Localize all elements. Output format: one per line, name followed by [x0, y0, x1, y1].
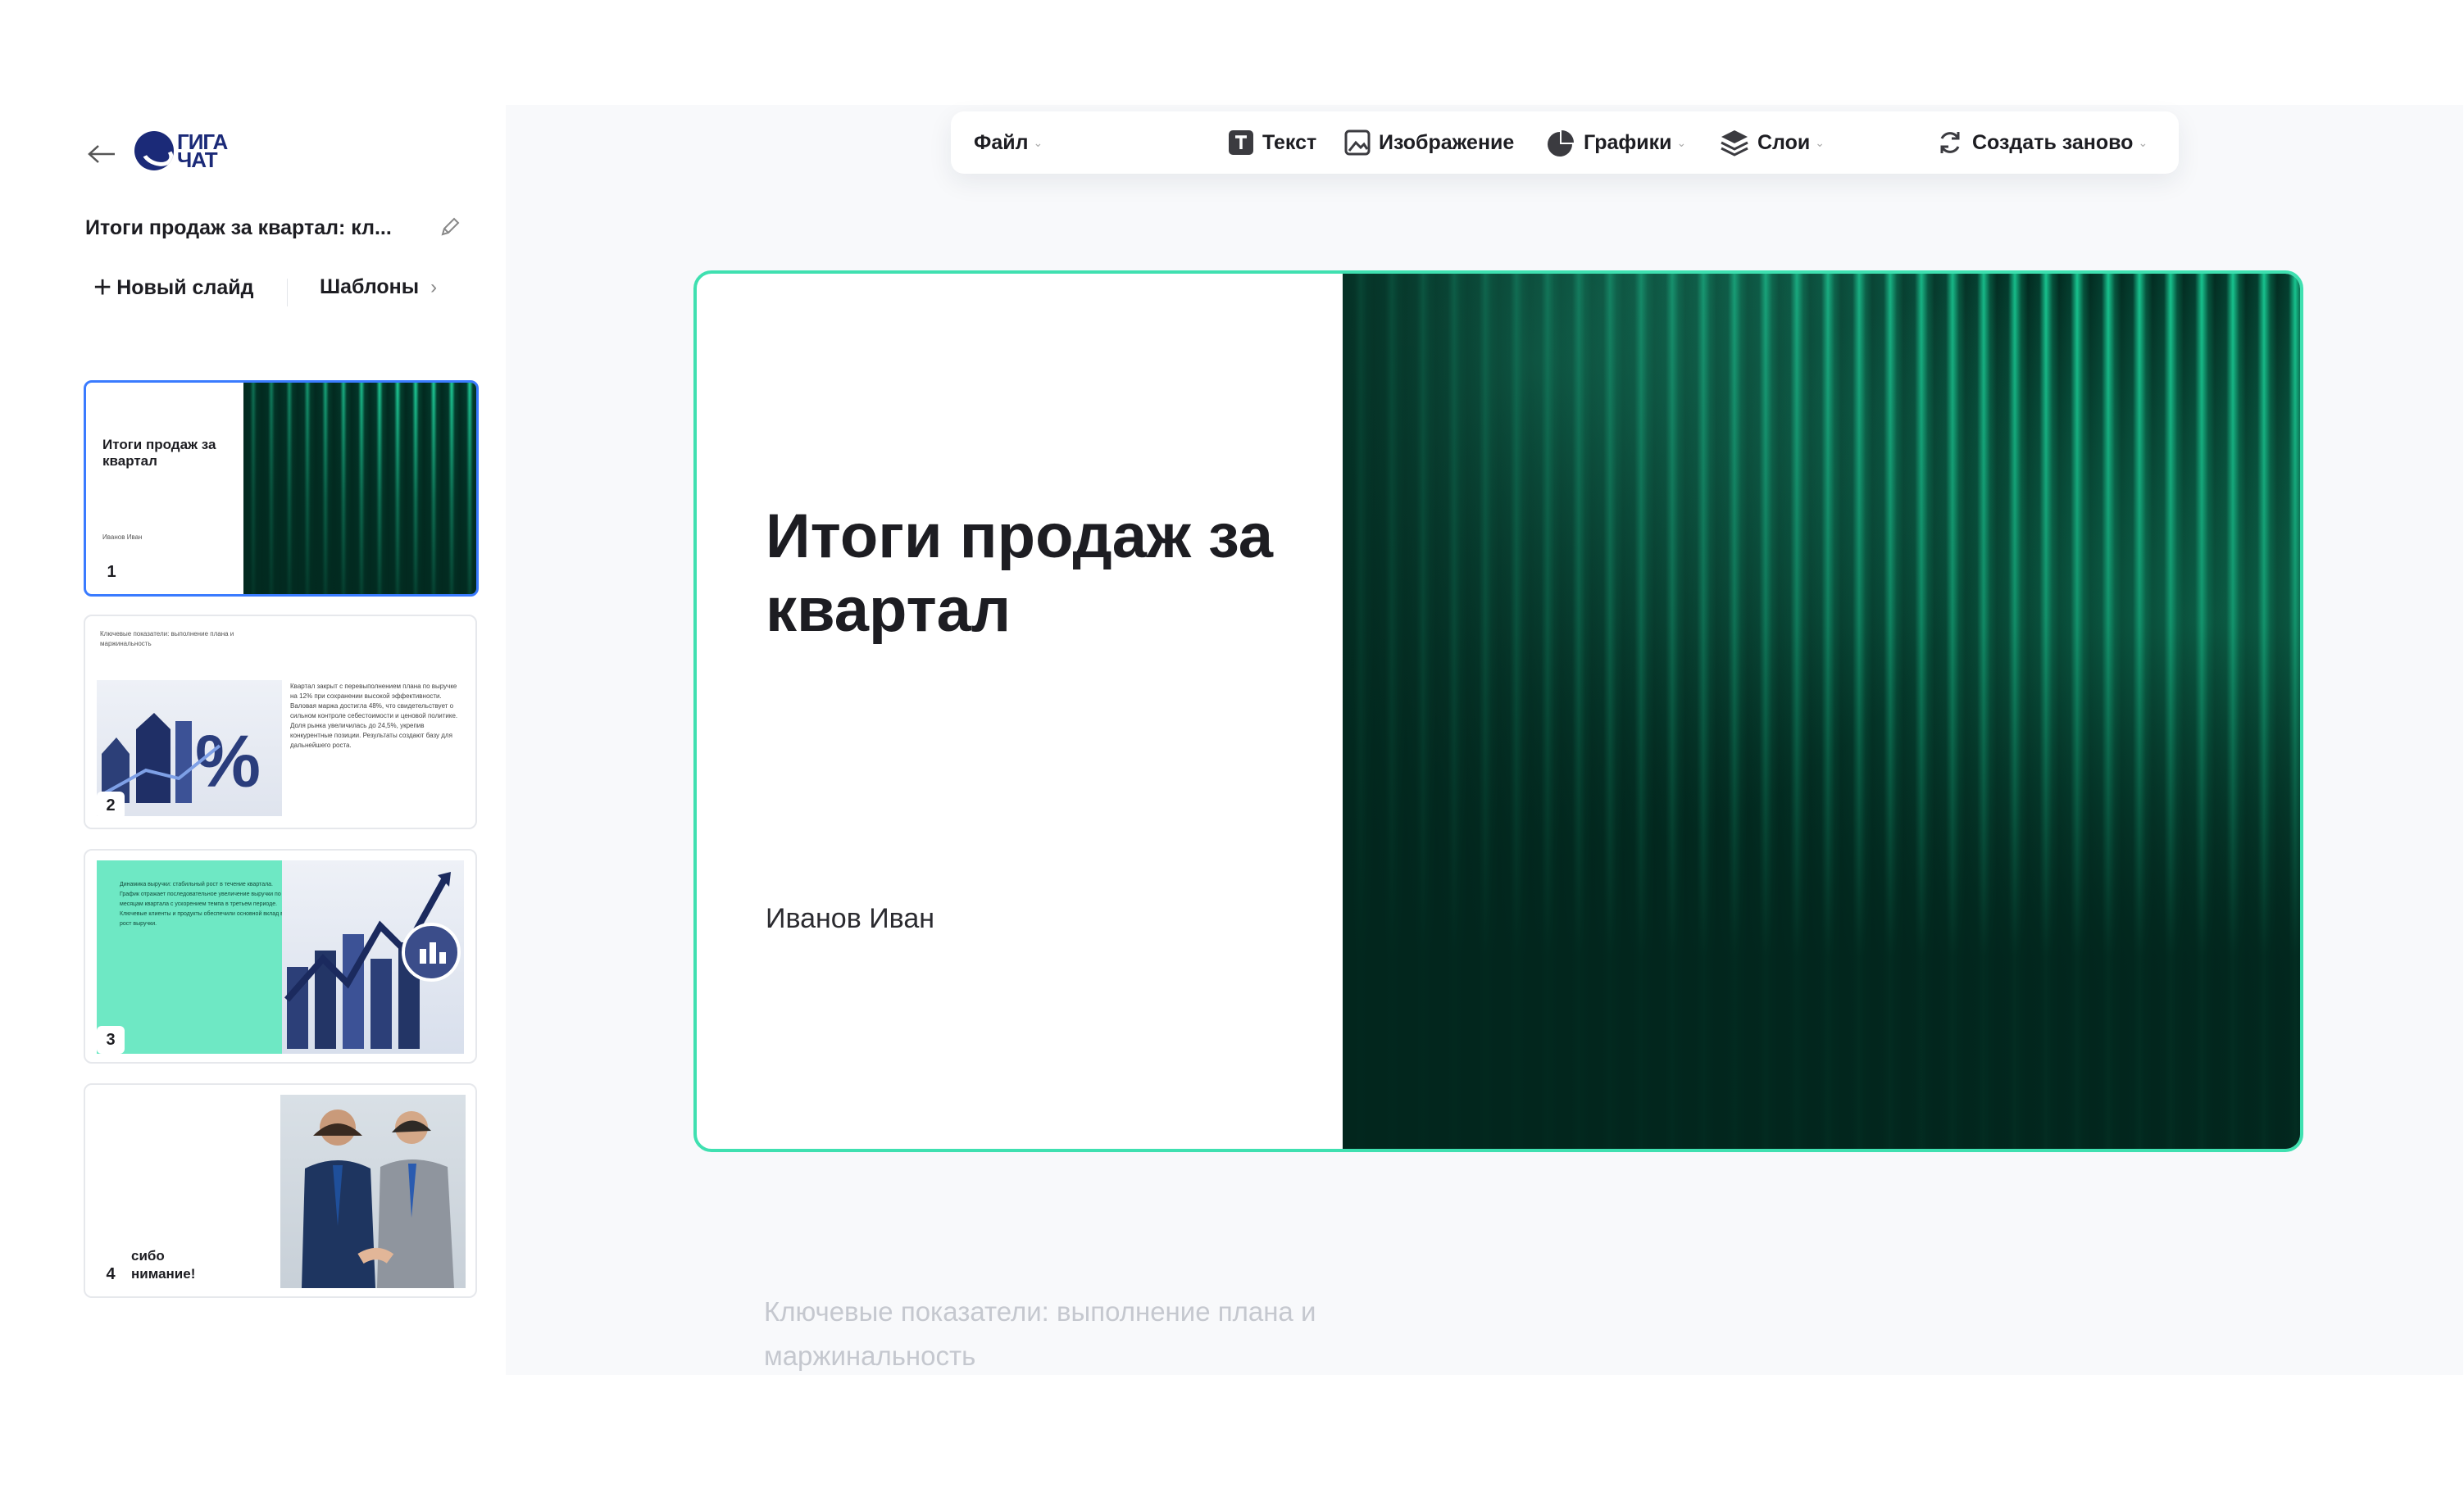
slide-author[interactable]: Иванов Иван — [766, 903, 934, 935]
slide-number: 2 — [97, 792, 125, 819]
chevron-down-icon: ⌄ — [2138, 135, 2148, 149]
thumb-3-body: Динамика выручки: стабильный рост в тече… — [120, 882, 284, 927]
slide-thumbnail-3[interactable]: Динамика выручки: стабильный рост в тече… — [84, 849, 477, 1064]
regenerate-button[interactable]: Создать заново ⌄ — [1936, 111, 2148, 174]
image-tool[interactable]: Изображение — [1344, 111, 1514, 174]
sidebar: ГИГА ЧАТ Итоги продаж за квартал: кл... … — [66, 105, 506, 1375]
thumb-1-art — [243, 383, 476, 594]
thumb-4-image — [280, 1095, 466, 1288]
file-menu[interactable]: Файл ⌄ — [974, 111, 1043, 174]
plus-icon: + — [93, 270, 112, 305]
templates-label: Шаблоны — [320, 275, 420, 298]
new-slide-label: Новый слайд — [116, 275, 254, 299]
thumb-2-body: Квартал закрыт с перевыполнением плана п… — [290, 683, 458, 749]
chevron-right-icon: › — [430, 275, 438, 298]
layers-menu-label: Слои — [1757, 130, 1811, 154]
image-icon — [1344, 129, 1371, 156]
chevron-down-icon: ⌄ — [1815, 135, 1825, 149]
image-tool-label: Изображение — [1379, 130, 1515, 154]
chevron-down-icon: ⌄ — [1033, 135, 1043, 149]
text-icon — [1229, 130, 1253, 155]
templates-button[interactable]: Шаблоны › — [320, 275, 437, 299]
svg-text:%: % — [195, 721, 261, 803]
back-arrow-icon[interactable] — [84, 136, 120, 172]
thumb-3-image — [282, 860, 464, 1054]
gigachat-logo[interactable]: ГИГА ЧАТ — [134, 131, 228, 172]
slide-canvas[interactable]: Итоги продаж за квартал Иванов Иван — [693, 270, 2303, 1152]
layers-icon — [1721, 130, 1748, 157]
file-menu-label: Файл — [974, 130, 1029, 154]
next-slide-preview-title: Ключевые показатели: выполнение плана и … — [764, 1296, 1316, 1371]
pencil-icon[interactable] — [438, 215, 462, 239]
slide-thumbnail-2[interactable]: Ключевые показатели: выполнение плана и … — [84, 615, 477, 829]
slide-thumbnail-4[interactable]: сибо нимание! 4 — [84, 1083, 477, 1298]
thumb-3-green-panel: Динамика выручки: стабильный рост в тече… — [97, 860, 284, 1054]
thumb-1-author: Иванов Иван — [102, 533, 143, 541]
thumb-2-heading: Ключевые показатели: выполнение плана и … — [100, 630, 234, 647]
charts-menu-label: Графики — [1584, 130, 1672, 154]
layers-menu[interactable]: Слои ⌄ — [1720, 111, 1825, 174]
regenerate-label: Создать заново — [1972, 130, 2134, 154]
text-tool[interactable]: Текст — [1228, 111, 1316, 174]
refresh-icon — [1940, 132, 1960, 153]
new-slide-button[interactable]: + Новый слайд — [93, 270, 254, 305]
divider — [287, 279, 288, 306]
slide-background-image[interactable] — [1343, 274, 2300, 1149]
presentation-title[interactable]: Итоги продаж за квартал: кл... — [85, 216, 413, 240]
thumb-1-title: Итоги продаж за квартал — [102, 437, 216, 469]
slide-title[interactable]: Итоги продаж за квартал — [766, 500, 1323, 647]
gigachat-logo-icon — [134, 131, 174, 170]
text-tool-label: Текст — [1262, 130, 1317, 154]
chevron-down-icon: ⌄ — [1676, 135, 1687, 149]
thumb-4-text: сибо нимание! — [131, 1248, 196, 1282]
slide-number: 1 — [98, 558, 125, 586]
app-window: ГИГА ЧАТ Итоги продаж за квартал: кл... … — [66, 105, 2463, 1375]
slide-number: 3 — [97, 1026, 125, 1054]
charts-menu[interactable]: Графики ⌄ — [1548, 111, 1686, 174]
logo-line2: ЧАТ — [177, 147, 218, 172]
editor-toolbar: Файл ⌄ Текст Изображение Графики ⌄ Слои … — [951, 111, 2179, 174]
pie-chart-icon — [1548, 130, 1574, 157]
slide-number: 4 — [97, 1260, 125, 1288]
slide-thumbnail-1[interactable]: Итоги продаж за квартал Иванов Иван 1 — [84, 380, 479, 597]
